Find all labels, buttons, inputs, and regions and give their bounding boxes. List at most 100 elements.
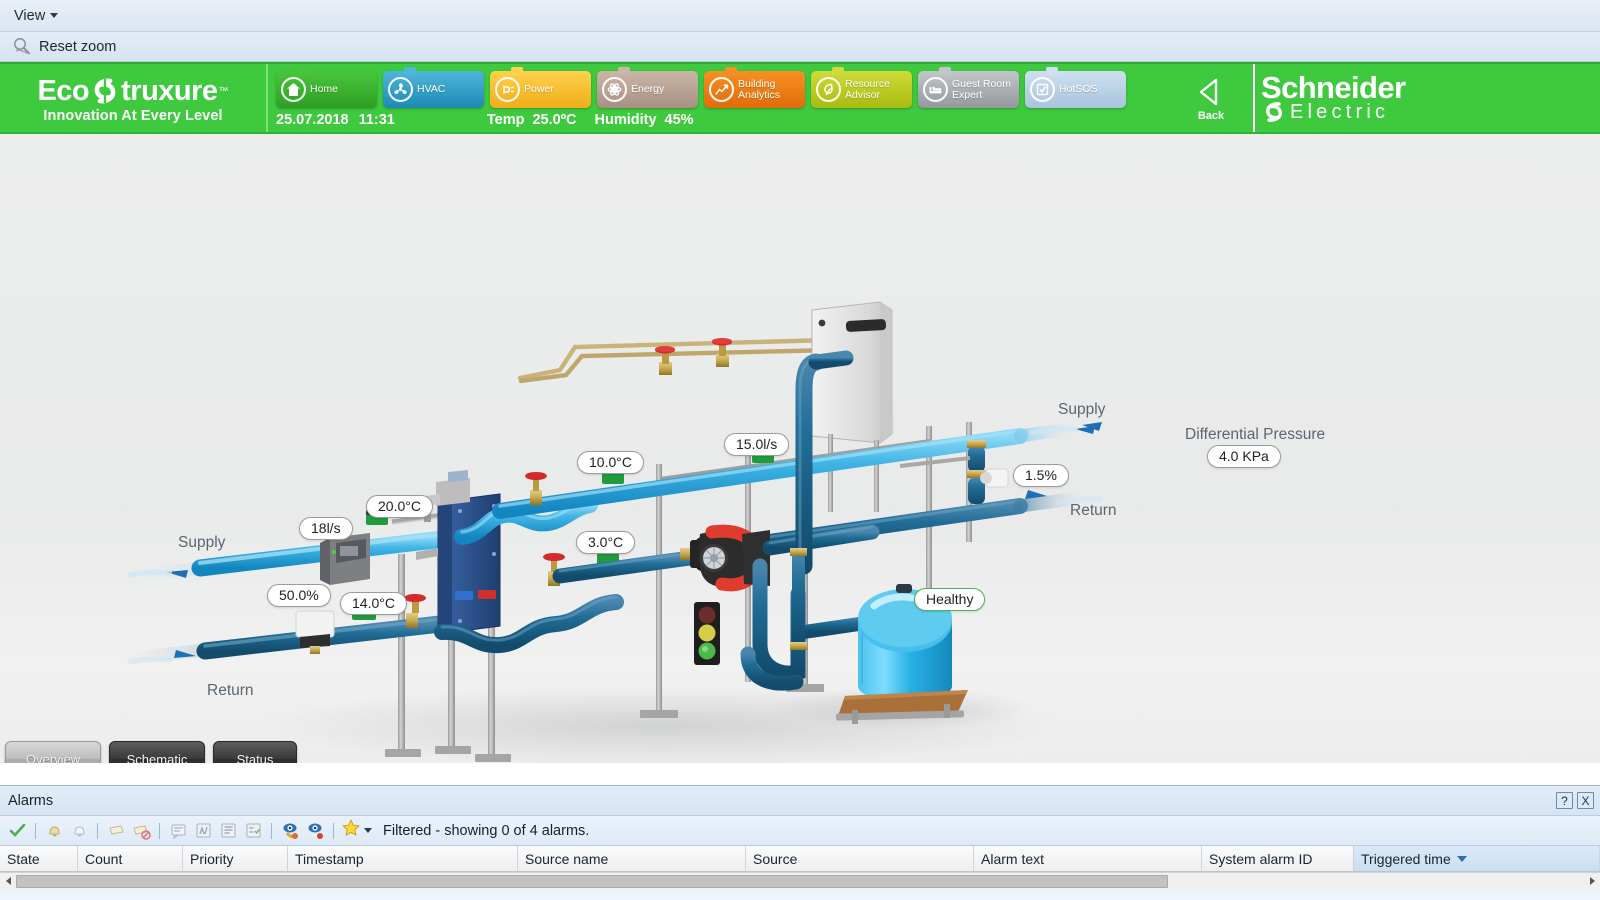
add-note-icon[interactable]: [167, 821, 189, 841]
nav-button-nub: [404, 67, 416, 75]
alarms-title-buttons: ? X: [1556, 792, 1594, 809]
callout-differential-pressure-value[interactable]: 4.0 KPa: [1207, 445, 1281, 468]
alarm-table-headers: State Count Priority Timestamp Source name So…: [0, 846, 1600, 872]
nav-button-resource-advisor[interactable]: ResourceAdvisor: [811, 71, 912, 108]
header-time: 11:31: [359, 112, 395, 128]
reset-zoom-button[interactable]: Reset zoom: [7, 36, 121, 58]
column-header-triggered-time[interactable]: Triggered time: [1354, 846, 1600, 871]
triangle-right-icon: [1590, 877, 1595, 885]
alarm-detail-icon[interactable]: [192, 821, 214, 841]
callout-secondary-flow[interactable]: 15.0l/s: [724, 433, 789, 456]
column-header-system-alarm-id[interactable]: System alarm ID: [1202, 846, 1354, 871]
unsilence-alarm-icon[interactable]: [68, 821, 90, 841]
energy-meter: [320, 533, 370, 585]
close-button[interactable]: X: [1577, 792, 1594, 809]
nav-button-hotsos[interactable]: HotSOS: [1025, 71, 1126, 108]
label-supply-label-left: Supply: [178, 534, 225, 552]
callout-secondary-temp[interactable]: 3.0°C: [576, 531, 635, 554]
disable-alarm-icon[interactable]: [105, 821, 127, 841]
label-differential-pressure-label: Differential Pressure: [1185, 426, 1325, 444]
column-header-source-name[interactable]: Source name: [518, 846, 746, 871]
ecostruxure-logo: Eco truxure ™ Innovation At Every Level: [0, 64, 268, 132]
nav-button-nub: [297, 67, 309, 75]
callout-supply-temp-left[interactable]: 20.0°C: [366, 495, 433, 518]
scrollbar-thumb[interactable]: [16, 875, 1168, 888]
sort-descending-icon: [1457, 856, 1467, 862]
home-icon: [281, 77, 306, 102]
column-header-state[interactable]: State: [0, 846, 78, 871]
column-header-count[interactable]: Count: [78, 846, 183, 871]
callout-system-health[interactable]: Healthy: [914, 588, 985, 611]
column-header-label: Alarm text: [981, 851, 1044, 867]
nav-button-power[interactable]: Power: [490, 71, 591, 108]
alarm-checklist-icon[interactable]: [242, 821, 264, 841]
callout-return-temp-left[interactable]: 14.0°C: [340, 592, 407, 615]
hvac-schematic-canvas[interactable]: 18l/s 20.0°C 50.0% 14.0°C 10.0°C 3.0°C 15.0l/s…: [0, 134, 1600, 763]
app-header: Eco truxure ™ Innovation At Every Level …: [0, 62, 1600, 134]
back-button[interactable]: Back: [1169, 64, 1255, 132]
menu-bar: View: [0, 0, 1600, 32]
nav-button-nub: [618, 67, 630, 75]
menu-item-view-label: View: [14, 8, 45, 24]
nav-button-label: Guest RoomExpert: [952, 79, 1011, 101]
nav-button-building-analytics[interactable]: BuildingAnalytics: [704, 71, 805, 108]
plug-icon: [495, 77, 520, 102]
column-header-label: Priority: [190, 851, 234, 867]
callout-supply-flow-left[interactable]: 18l/s: [299, 517, 353, 540]
enable-alarm-icon[interactable]: [130, 821, 152, 841]
callout-valve-position-left[interactable]: 50.0%: [267, 584, 331, 607]
toolbar-separator: [159, 823, 160, 839]
column-header-label: Timestamp: [295, 851, 364, 867]
nav-button-guest-room-expert[interactable]: Guest RoomExpert: [918, 71, 1019, 108]
callout-mid-supply-temp[interactable]: 10.0°C: [577, 451, 644, 474]
alarms-horizontal-scrollbar[interactable]: [0, 872, 1600, 889]
ecostruxure-glyph-icon: [90, 76, 120, 106]
reset-zoom-label: Reset zoom: [39, 39, 116, 55]
copper-pipe-run: [520, 338, 832, 381]
column-header-alarm-text[interactable]: Alarm text: [974, 846, 1202, 871]
toolbar-separator: [97, 823, 98, 839]
acknowledge-icon[interactable]: [6, 821, 28, 841]
nav-button-label: Home: [310, 84, 338, 95]
chevron-down-icon: [50, 13, 58, 18]
control-cabinet: [812, 302, 892, 512]
view-button-schematic[interactable]: Schematic: [109, 741, 205, 763]
column-header-priority[interactable]: Priority: [183, 846, 288, 871]
logo-struxure-text: truxure: [121, 77, 217, 106]
view-button-status[interactable]: Status: [213, 741, 297, 763]
hide-alarm-icon[interactable]: [279, 821, 301, 841]
star-filter-icon: [341, 818, 361, 843]
silence-alarm-icon[interactable]: [43, 821, 65, 841]
toolbar-separator: [35, 823, 36, 839]
scrollbar-track[interactable]: [16, 873, 1584, 890]
alarm-properties-icon[interactable]: [217, 821, 239, 841]
menu-item-view[interactable]: View: [8, 6, 64, 26]
scroll-left-button[interactable]: [0, 873, 16, 890]
nav-button-label: HotSOS: [1059, 84, 1098, 95]
callout-valve-position-right[interactable]: 1.5%: [1013, 464, 1069, 487]
nav-button-nub: [832, 67, 844, 75]
nav-button-hvac[interactable]: HVAC: [383, 71, 484, 108]
alarm-filter-dropdown[interactable]: [341, 818, 372, 843]
nav-button-label: ResourceAdvisor: [845, 79, 890, 101]
column-header-label: Count: [85, 851, 122, 867]
view-button-overview[interactable]: Overview: [5, 741, 101, 763]
branch-pipe-3c: [560, 553, 690, 576]
column-header-timestamp[interactable]: Timestamp: [288, 846, 518, 871]
nav-button-energy[interactable]: Energy: [597, 71, 698, 108]
header-nav: Home HVACPowerEnergyBuildingAnalytics Reso…: [268, 64, 1169, 132]
traffic-light-indicator: [694, 602, 720, 665]
copper-valve-1: [655, 346, 675, 375]
label-return-label-left: Return: [207, 682, 254, 700]
schneider-glyph-icon: [1261, 101, 1287, 123]
column-header-source[interactable]: Source: [746, 846, 974, 871]
help-button[interactable]: ?: [1556, 792, 1573, 809]
toolbar-separator: [271, 823, 272, 839]
column-header-label: Source name: [525, 851, 608, 867]
show-alarm-icon[interactable]: [304, 821, 326, 841]
brand-line-2: Electric: [1290, 102, 1389, 122]
chevron-down-icon: [364, 828, 372, 833]
nav-button-home[interactable]: Home: [276, 71, 377, 108]
view-mode-buttons: Overview Schematic Status: [5, 741, 297, 763]
scroll-right-button[interactable]: [1584, 873, 1600, 890]
